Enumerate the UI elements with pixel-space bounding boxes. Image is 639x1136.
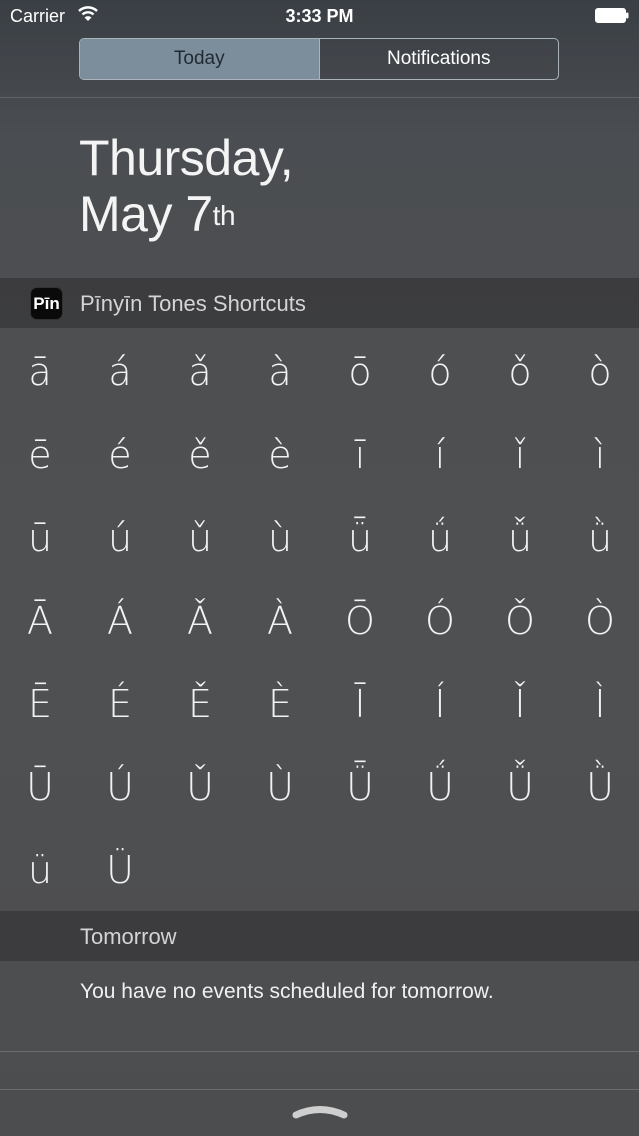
tone-key[interactable]: Ǚ (480, 745, 560, 828)
tone-key[interactable]: Ǒ (480, 579, 560, 662)
chevron-up-grabber-icon[interactable] (292, 1100, 348, 1122)
tone-key[interactable]: Á (80, 579, 160, 662)
tone-key[interactable]: É (80, 662, 160, 745)
tone-key[interactable]: Ě (160, 662, 240, 745)
tone-key[interactable]: ǒ (480, 330, 560, 413)
tone-key[interactable]: Ū (0, 745, 80, 828)
tone-key[interactable]: Ì (560, 662, 639, 745)
tone-key[interactable]: ò (560, 330, 639, 413)
tone-key[interactable]: ǐ (480, 413, 560, 496)
clock: 3:33 PM (285, 6, 354, 26)
tone-key[interactable]: Ī (320, 662, 400, 745)
tone-key[interactable]: ú (80, 496, 160, 579)
tone-key[interactable]: Ǐ (480, 662, 560, 745)
tone-key[interactable]: Ó (400, 579, 480, 662)
no-events-message: You have no events scheduled for tomorro… (80, 980, 494, 1003)
tone-key[interactable]: à (240, 330, 320, 413)
tomorrow-title: Tomorrow (80, 924, 177, 949)
tone-key[interactable]: ō (320, 330, 400, 413)
divider (0, 1051, 639, 1052)
tone-key[interactable]: Ù (240, 745, 320, 828)
tone-key[interactable]: Ü (80, 828, 160, 911)
weekday-label: Thursday, (79, 130, 294, 186)
tone-key[interactable]: ǎ (160, 330, 240, 413)
tone-key[interactable]: È (240, 662, 320, 745)
tone-key[interactable]: Ǜ (560, 745, 639, 828)
tone-key[interactable]: Ǘ (400, 745, 480, 828)
tone-key[interactable]: Ǎ (160, 579, 240, 662)
tone-key[interactable]: ě (160, 413, 240, 496)
tone-key[interactable]: Ò (560, 579, 639, 662)
tone-key[interactable]: ī (320, 413, 400, 496)
tone-key[interactable]: Í (400, 662, 480, 745)
tab-notifications[interactable]: Notifications (320, 39, 559, 79)
tone-key[interactable]: ē (0, 413, 80, 496)
tone-key[interactable]: è (240, 413, 320, 496)
tone-key[interactable]: ā (0, 330, 80, 413)
tone-key[interactable]: Ō (320, 579, 400, 662)
battery-icon (595, 8, 629, 23)
tone-key[interactable]: á (80, 330, 160, 413)
tone-key[interactable]: Ǔ (160, 745, 240, 828)
tone-key[interactable]: ǜ (560, 496, 639, 579)
tone-key[interactable]: ó (400, 330, 480, 413)
tone-key[interactable]: ǚ (480, 496, 560, 579)
tone-key[interactable]: ù (240, 496, 320, 579)
tone-key[interactable]: À (240, 579, 320, 662)
month-day-text: May 7 (79, 186, 213, 242)
month-day-label: May 7th (79, 186, 293, 250)
header-divider (0, 97, 639, 98)
pinyin-app-icon[interactable]: Pīn (30, 287, 63, 320)
status-bar: Carrier 3:33 PM (0, 0, 639, 34)
tone-key[interactable]: Ǖ (320, 745, 400, 828)
tab-today[interactable]: Today (80, 39, 320, 79)
tone-key[interactable]: ǔ (160, 496, 240, 579)
view-segmented-control: Today Notifications (79, 38, 559, 80)
tone-key[interactable]: ū (0, 496, 80, 579)
tone-key[interactable]: ǖ (320, 496, 400, 579)
tone-key[interactable]: Ā (0, 579, 80, 662)
tone-key[interactable]: Ē (0, 662, 80, 745)
tone-key[interactable]: Ú (80, 745, 160, 828)
day-suffix: th (212, 200, 236, 231)
tone-key[interactable]: í (400, 413, 480, 496)
date-heading: Thursday, May 7th (79, 130, 294, 250)
tone-key[interactable]: ì (560, 413, 639, 496)
widget-title[interactable]: Pīnyīn Tones Shortcuts (80, 291, 306, 317)
tone-key[interactable]: ǘ (400, 496, 480, 579)
tone-key[interactable]: é (80, 413, 160, 496)
tone-key[interactable]: ü (0, 828, 80, 911)
divider (0, 1089, 639, 1090)
